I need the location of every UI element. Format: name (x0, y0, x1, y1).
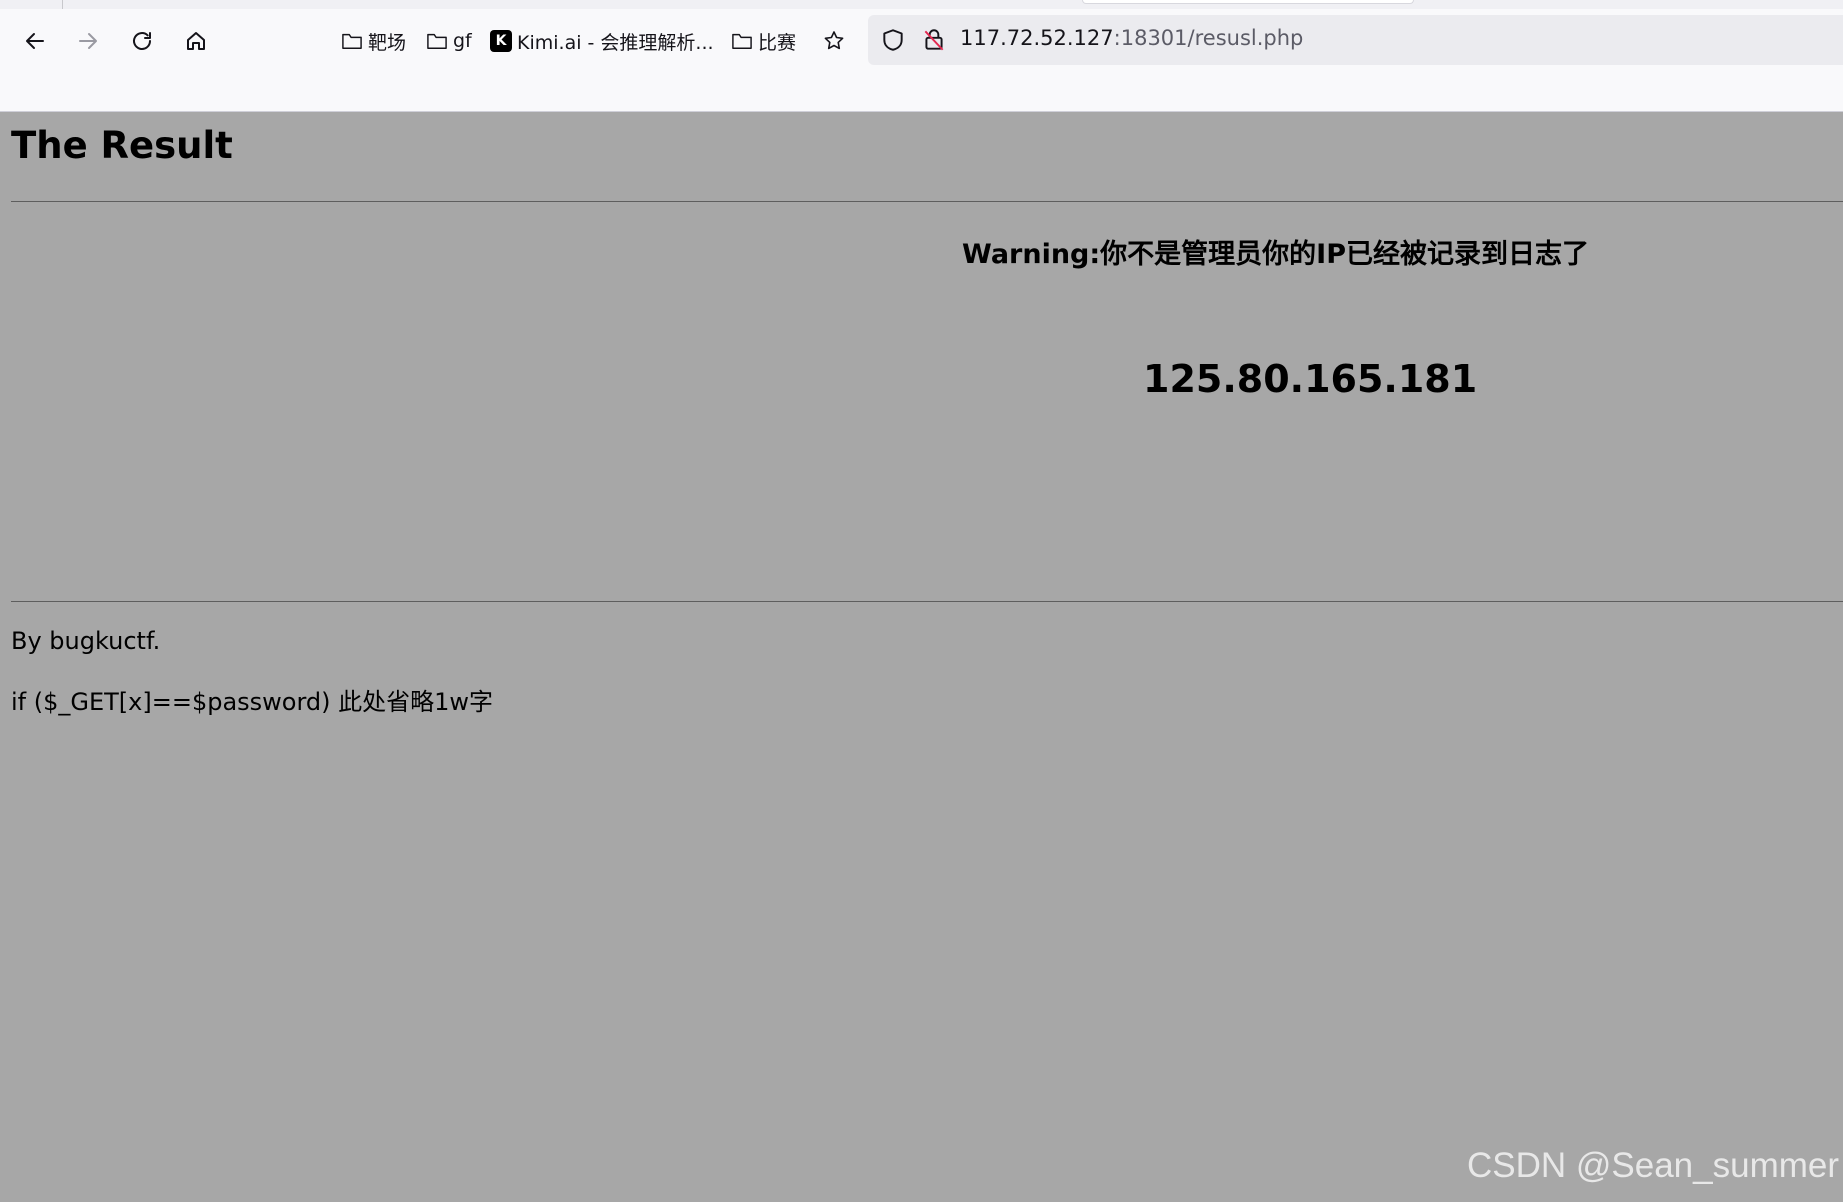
csdn-watermark: CSDN @Sean_summer (1466, 1146, 1839, 1185)
tab-strip (0, 0, 1843, 9)
code-hint: if ($_GET[x]==$password) 此处省略1w字 (11, 688, 494, 716)
home-icon (187, 32, 205, 50)
browser-chrome: 靶场 gf K Kimi.ai - 会推理解析... 比赛 117.72.52.… (0, 0, 1843, 112)
kimi-logo-icon: K (490, 30, 512, 52)
url-path: :18301/resusl.php (1113, 26, 1304, 50)
shield-icon[interactable] (880, 27, 906, 53)
bookmark-bisai[interactable]: 比赛 (731, 26, 796, 56)
arrow-right-icon (79, 33, 97, 49)
url-host: 117.72.52.127 (960, 26, 1114, 50)
bookmark-kimi[interactable]: K Kimi.ai - 会推理解析... (490, 26, 714, 56)
tab-separator (62, 0, 63, 9)
reload-button[interactable] (125, 24, 159, 58)
warning-message: Warning:你不是管理员你的IP已经被记录到日志了 (962, 239, 1590, 270)
active-tab-edge[interactable] (1082, 0, 1414, 4)
insecure-lock-icon[interactable] (921, 27, 947, 53)
bookmark-label: gf (453, 30, 472, 52)
bookmark-gf[interactable]: gf (426, 26, 472, 56)
ip-address: 125.80.165.181 (1143, 357, 1478, 401)
bookmark-label: 比赛 (758, 31, 797, 54)
divider-top (11, 201, 1843, 202)
forward-button[interactable] (71, 24, 105, 58)
back-button[interactable] (18, 24, 52, 58)
folder-icon (342, 33, 362, 49)
reload-icon (133, 32, 151, 50)
folder-icon (427, 33, 447, 49)
page-title: The Result (11, 124, 233, 167)
divider-bottom (11, 601, 1843, 602)
home-button[interactable] (179, 24, 213, 58)
address-bar[interactable]: 117.72.52.127:18301/resusl.php (868, 15, 1843, 65)
bookmark-label: Kimi.ai - 会推理解析... (517, 31, 714, 54)
arrow-left-icon (26, 33, 44, 49)
navigation-toolbar: 靶场 gf K Kimi.ai - 会推理解析... 比赛 117.72.52.… (0, 14, 1843, 66)
star-icon (824, 31, 844, 50)
bookmark-label: 靶场 (368, 31, 407, 54)
url-text[interactable]: 117.72.52.127:18301/resusl.php (960, 26, 1303, 50)
bookmarks-menu-button[interactable] (817, 24, 851, 58)
author-credit: By bugkuctf. (11, 627, 161, 655)
folder-icon (732, 33, 752, 49)
bookmark-bachang[interactable]: 靶场 (341, 26, 406, 56)
